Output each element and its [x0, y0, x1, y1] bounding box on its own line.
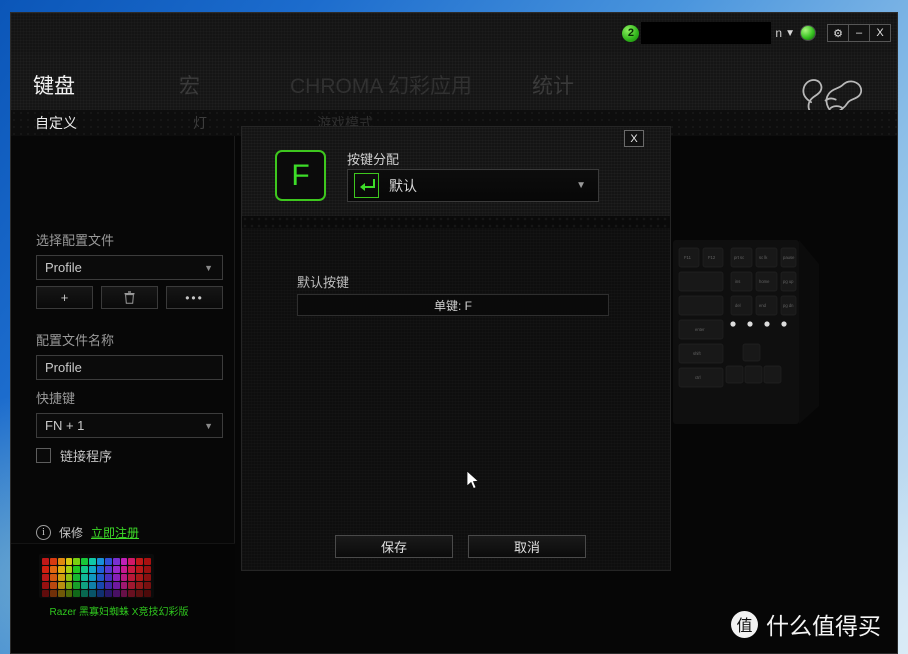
svg-text:end: end [759, 303, 767, 308]
info-icon[interactable]: i [36, 525, 51, 540]
content-area: F11 F12 prt sc sc lk pause ins home pg up del… [11, 126, 897, 653]
svg-text:F12: F12 [708, 255, 716, 260]
more-options-button[interactable]: ••• [166, 286, 223, 309]
shortcut-group: 快捷键 FN + 1 ▼ [36, 388, 223, 438]
modal-header: X F 按键分配 默认 ▼ [241, 126, 671, 216]
tab-macro[interactable]: 宏 [179, 70, 200, 110]
shortcut-value: FN + 1 [45, 418, 85, 433]
settings-button[interactable]: ⚙ [827, 24, 849, 42]
profile-select-value: Profile [45, 260, 82, 275]
notification-badge[interactable]: 2 [622, 24, 640, 42]
save-button[interactable]: 保存 [335, 535, 453, 558]
minimize-button[interactable]: – [848, 24, 870, 42]
trash-icon [124, 291, 135, 304]
title-bar: 2 n ▼ ⚙ – X [11, 13, 897, 53]
keyboard-photo: F11 F12 prt sc sc lk pause ins home pg up del… [669, 236, 839, 436]
add-profile-button[interactable]: + [36, 286, 93, 309]
subtab-lighting[interactable]: 灯 [193, 113, 207, 133]
warranty-label: 保修 [59, 526, 84, 540]
tab-keyboard[interactable]: 键盘 [33, 70, 75, 110]
svg-text:F11: F11 [684, 255, 692, 260]
shortcut-select[interactable]: FN + 1 ▼ [36, 413, 223, 438]
left-sidebar: 选择配置文件 Profile ▼ + ••• 配置文件名称 Profile 快捷… [11, 136, 235, 653]
modal-divider [241, 216, 671, 228]
profile-name-input[interactable] [36, 355, 223, 380]
modal-body: 默认按键 单键: F 保存 取消 [241, 228, 671, 571]
main-tab-bar: 键盘 宏 CHROMA 幻彩应用 统计 [11, 53, 897, 153]
device-thumbnail [39, 554, 154, 598]
svg-text:ctrl: ctrl [695, 375, 701, 380]
close-button[interactable]: X [869, 24, 891, 42]
warranty-row: i 保修 立即注册 [36, 524, 139, 541]
subtab-customize[interactable]: 自定义 [35, 113, 77, 133]
link-program-label: 链接程序 [60, 449, 113, 464]
profile-name-group: 配置文件名称 [36, 330, 223, 380]
assign-type-select[interactable]: 默认 ▼ [347, 169, 599, 202]
link-program-row[interactable]: 链接程序 [36, 446, 112, 465]
selected-key-badge: F [275, 150, 326, 201]
svg-text:pause: pause [783, 255, 795, 260]
assign-value: 默认 [389, 177, 417, 194]
enter-key-icon [354, 173, 379, 198]
device-panel[interactable]: Razer 黑寡妇蜘蛛 X竞技幻彩版 [11, 543, 235, 653]
razer-synapse-window: 2 n ▼ ⚙ – X 键盘 宏 CHROMA 幻彩应用 统计 自定义 灯 游戏… [10, 12, 898, 654]
svg-text:prt sc: prt sc [734, 255, 744, 260]
chevron-down-icon: ▼ [576, 180, 586, 191]
svg-text:pg dn: pg dn [783, 303, 794, 308]
tab-chroma-apps[interactable]: CHROMA 幻彩应用 [290, 70, 472, 110]
delete-profile-button[interactable] [101, 286, 158, 309]
modal-close-button[interactable]: X [624, 130, 644, 147]
redacted-account-box [641, 22, 772, 44]
account-name-label: n [775, 26, 783, 40]
assign-label: 按键分配 [347, 152, 400, 167]
svg-text:enter: enter [695, 327, 705, 332]
status-orb-icon [800, 25, 816, 41]
svg-text:ins: ins [735, 279, 740, 284]
profile-select[interactable]: Profile ▼ [36, 255, 223, 280]
svg-text:sc lk: sc lk [759, 255, 768, 260]
svg-text:shift: shift [693, 351, 702, 356]
link-program-checkbox[interactable] [36, 448, 51, 463]
profile-name-label: 配置文件名称 [36, 333, 115, 348]
chevron-down-icon: ▼ [204, 420, 213, 431]
cancel-button[interactable]: 取消 [468, 535, 586, 558]
svg-text:pg up: pg up [783, 279, 794, 284]
watermark-text: 什么值得买 [766, 613, 881, 639]
profile-action-buttons: + ••• [36, 286, 223, 309]
register-now-link[interactable]: 立即注册 [91, 524, 139, 541]
device-name-label: Razer 黑寡妇蜘蛛 X竞技幻彩版 [49, 607, 189, 618]
default-key-value-field[interactable]: 单键: F [297, 294, 609, 316]
mouse-cursor [466, 470, 480, 490]
chevron-down-icon[interactable]: ▼ [785, 28, 795, 39]
key-assignment-modal: X F 按键分配 默认 ▼ 默认按键 单键: F 保存 取消 [241, 126, 671, 571]
profile-select-group: 选择配置文件 Profile ▼ [36, 230, 223, 280]
profile-select-label: 选择配置文件 [36, 233, 115, 248]
default-key-label: 默认按键 [297, 275, 350, 290]
tab-statistics[interactable]: 统计 [532, 70, 574, 110]
svg-text:del: del [735, 303, 741, 308]
smzdm-logo-icon: 值 [731, 610, 758, 638]
chevron-down-icon: ▼ [204, 262, 213, 273]
svg-text:home: home [759, 279, 770, 284]
watermark: 值 什么值得买 [731, 607, 881, 641]
shortcut-label: 快捷键 [36, 391, 76, 406]
